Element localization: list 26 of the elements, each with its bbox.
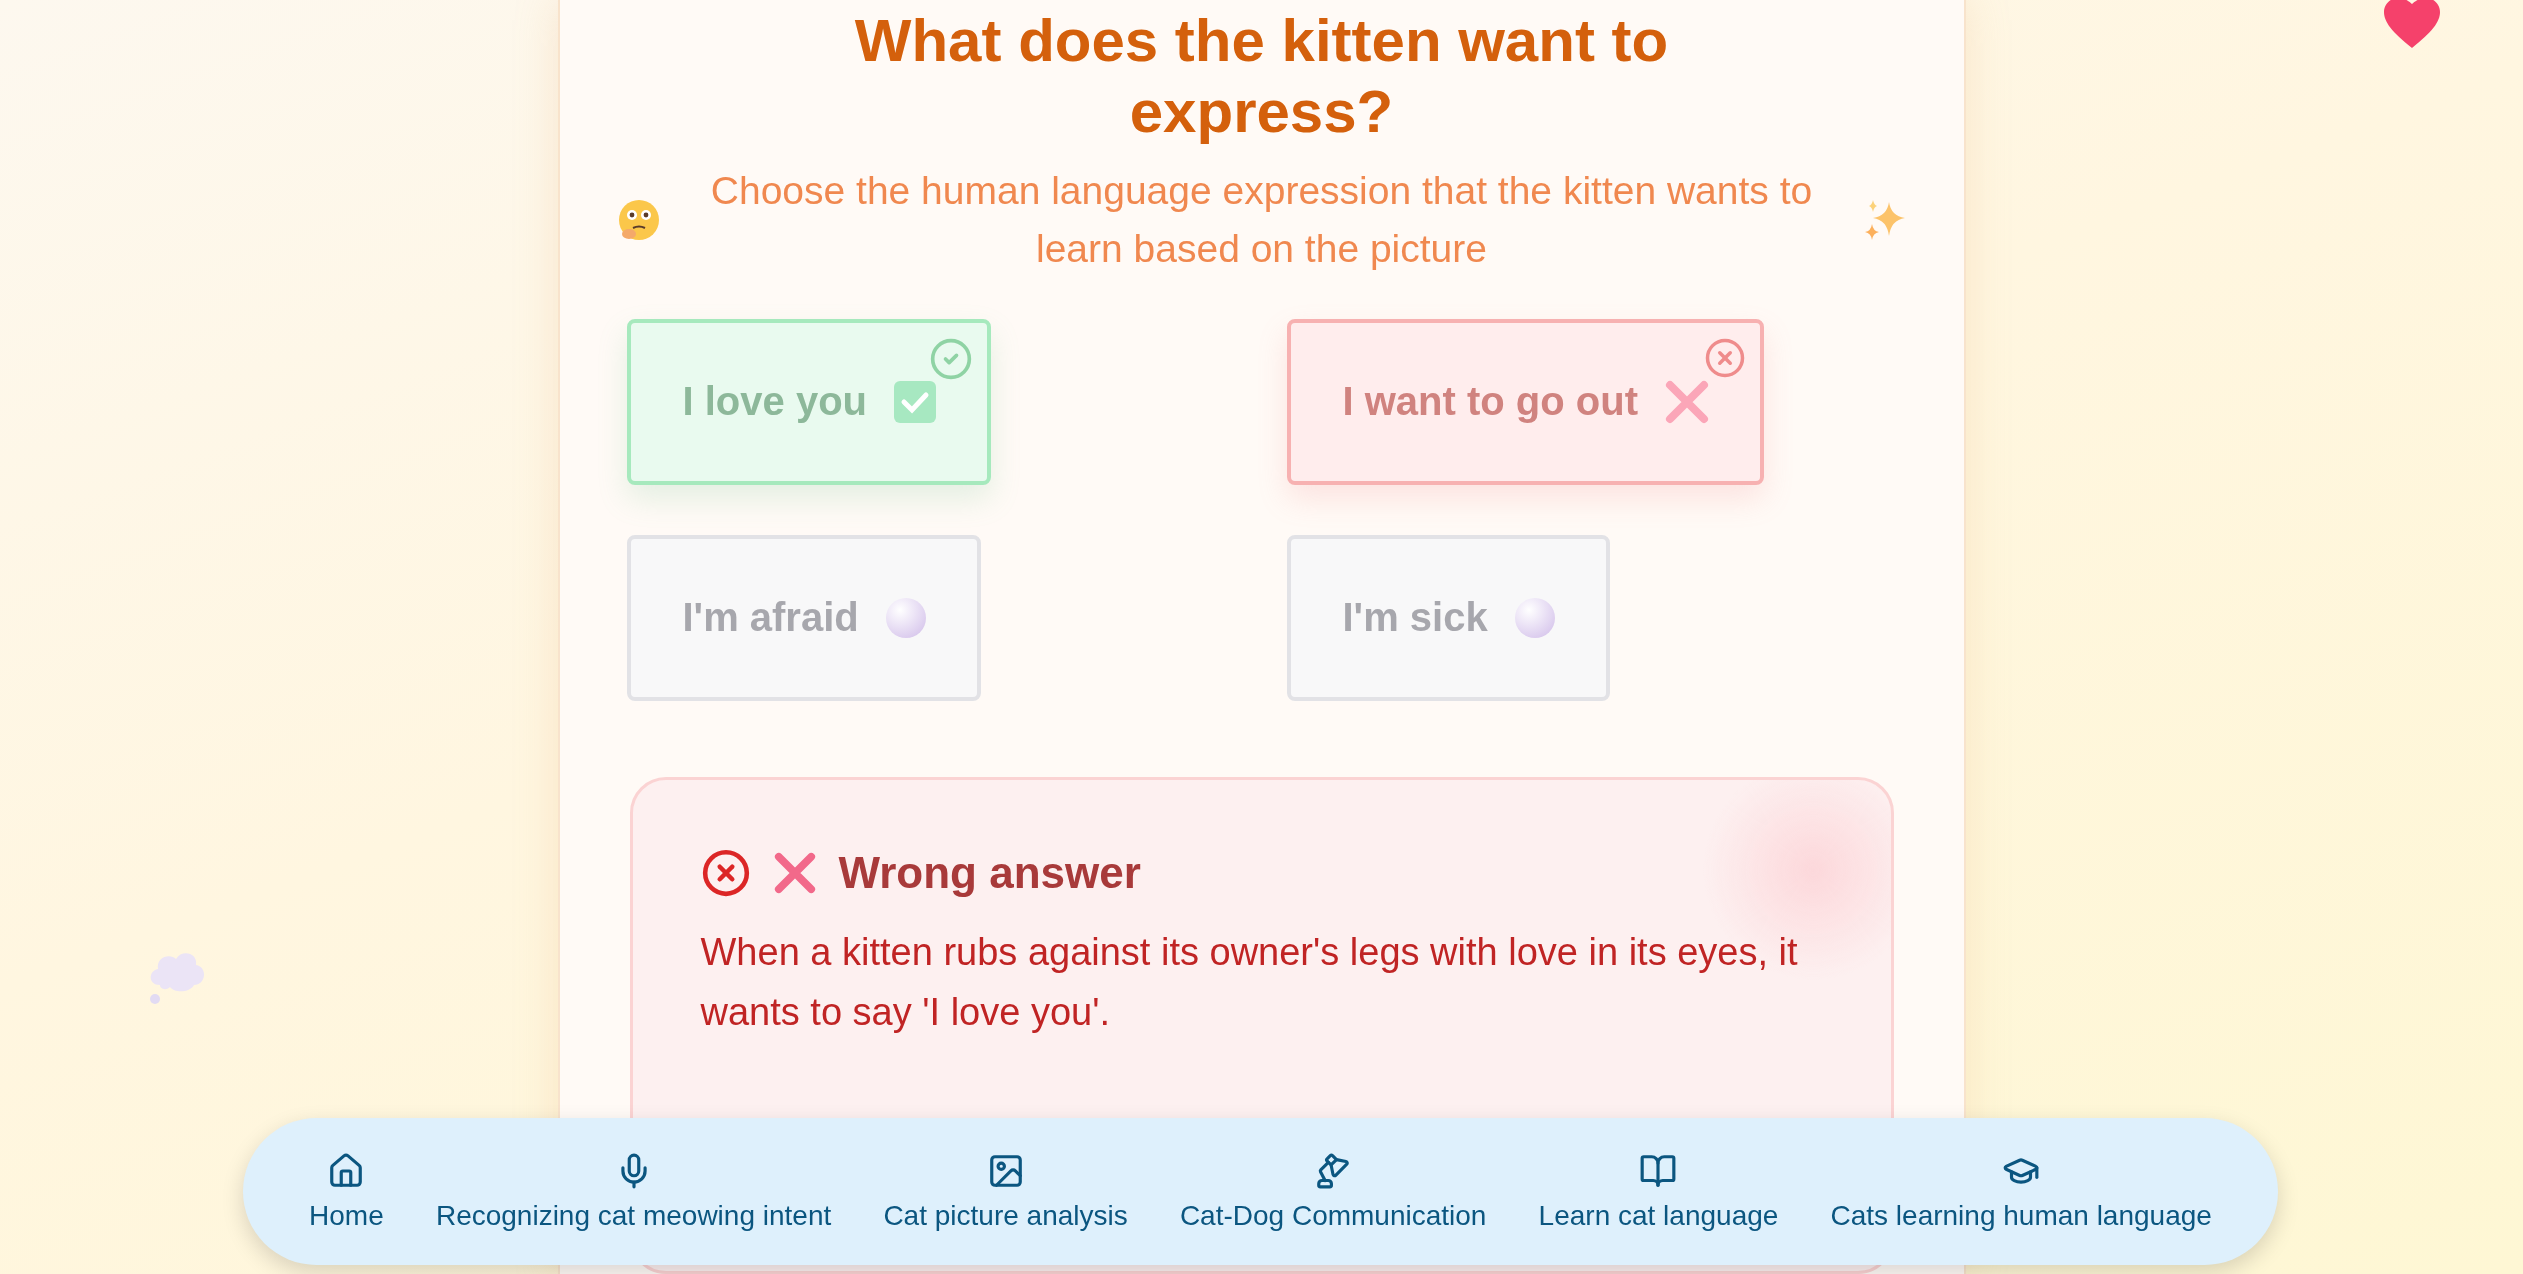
feedback-title: Wrong answer	[838, 847, 1141, 898]
nav-item[interactable]: Recognizing cat meowing intent	[435, 1151, 832, 1232]
nav-item[interactable]: Cat-Dog Communication	[1179, 1151, 1487, 1232]
nav-label: Cats learning human language	[1830, 1199, 2212, 1232]
nav-item[interactable]: Cats learning human language	[1830, 1151, 2212, 1232]
pearl-icon	[1513, 596, 1556, 639]
close-circle-icon	[1704, 336, 1746, 379]
checkbox-icon	[893, 379, 937, 424]
check-circle-icon	[929, 336, 973, 381]
question-subtitle: Choose the human language expression that the kitten wants to learn based on the picture	[709, 167, 1814, 273]
nav-label: Cat-Dog Communication	[1179, 1199, 1487, 1232]
error-circle-icon	[700, 847, 751, 898]
question-title: What does the kitten want to express?	[853, 6, 1670, 147]
nav-item[interactable]: Cat picture analysis	[883, 1151, 1128, 1232]
nav-item[interactable]: Learn cat language	[1538, 1151, 1779, 1232]
nav-label: Home	[309, 1199, 384, 1232]
nav-label: Recognizing cat meowing intent	[435, 1199, 832, 1232]
nav-label: Cat picture analysis	[883, 1199, 1128, 1232]
thinking-face-icon	[616, 198, 661, 243]
pearl-icon	[884, 596, 927, 639]
feedback-message: When a kitten rubs against its owner's legs with love in its eyes, it wants to say 'I love you'.	[700, 929, 1799, 1036]
cross-icon	[772, 850, 817, 895]
heart-icon	[2382, 0, 2442, 50]
cross-icon	[1664, 378, 1710, 425]
nav-item[interactable]: Home	[309, 1151, 384, 1232]
nav-label: Learn cat language	[1538, 1199, 1779, 1232]
